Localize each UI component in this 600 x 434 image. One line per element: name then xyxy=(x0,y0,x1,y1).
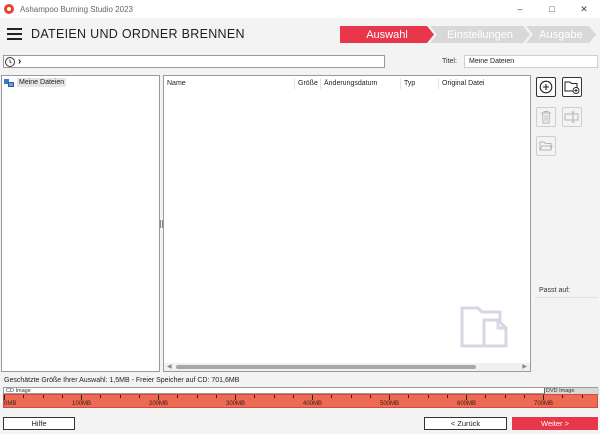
scale-minor-tick xyxy=(23,395,24,398)
scale-tick-label: 500MB xyxy=(380,401,400,407)
scale-tick-label: 300MB xyxy=(226,401,246,407)
maximize-button[interactable]: □ xyxy=(536,0,568,18)
scale-major-tick xyxy=(81,395,82,400)
scale-tick-label: 0MB xyxy=(4,401,17,407)
page-title: DATEIEN UND ORDNER BRENNEN xyxy=(31,27,245,41)
step-ausgabe: Ausgabe xyxy=(526,26,596,43)
path-bar[interactable]: › xyxy=(3,55,385,68)
scale-minor-tick xyxy=(293,395,294,398)
scale-minor-tick xyxy=(485,395,486,398)
trash-icon xyxy=(541,111,551,124)
page-header: DATEIEN UND ORDNER BRENNEN Auswahl Einst… xyxy=(0,18,600,52)
tree-item-label: Meine Dateien xyxy=(17,78,67,87)
breadcrumb-chevron-icon[interactable]: › xyxy=(18,56,21,67)
scale-minor-tick xyxy=(505,395,506,398)
fits-on-divider xyxy=(535,297,598,298)
folder-plus-icon xyxy=(564,81,580,94)
horizontal-scrollbar[interactable]: ◀ ▶ xyxy=(164,363,530,371)
scale-minor-tick xyxy=(428,395,429,398)
app-logo-icon xyxy=(4,4,14,14)
capacity-scale: 0MB 100MB 200MB 300MB 400MB 500MB 600MB 700MB xyxy=(3,394,598,408)
close-button[interactable]: ✕ xyxy=(568,0,600,18)
status-estimated-size: Geschätzte Größe Ihrer Auswahl: 1,5MB - … xyxy=(4,377,240,384)
scale-minor-tick xyxy=(43,395,44,398)
scale-tick-label: 700MB xyxy=(534,401,554,407)
scale-minor-tick xyxy=(100,395,101,398)
scale-minor-tick xyxy=(370,395,371,398)
scale-minor-tick xyxy=(139,395,140,398)
column-header-type[interactable]: Typ xyxy=(404,80,415,87)
delete-button[interactable] xyxy=(536,107,556,127)
column-divider xyxy=(294,78,295,89)
step-einstellungen: Einstellungen xyxy=(430,26,530,43)
title-input[interactable] xyxy=(464,55,598,68)
column-header-size[interactable]: Größe xyxy=(298,80,318,87)
scale-minor-tick xyxy=(274,395,275,398)
column-header-name[interactable]: Name xyxy=(167,80,186,87)
scale-minor-tick xyxy=(177,395,178,398)
capacity-meter: CD Image DVD Image 0MB 100MB 200MB 300MB 400… xyxy=(3,387,599,408)
capacity-meter-track: CD Image DVD Image xyxy=(3,387,599,395)
scale-minor-tick xyxy=(351,395,352,398)
scale-minor-tick xyxy=(331,395,332,398)
scale-major-tick xyxy=(235,395,236,400)
scale-minor-tick xyxy=(62,395,63,398)
step-auswahl: Auswahl xyxy=(340,26,434,43)
scale-minor-tick xyxy=(524,395,525,398)
column-divider xyxy=(438,78,439,89)
title-label: Titel: xyxy=(442,58,457,65)
my-files-icon xyxy=(4,78,14,87)
add-files-button[interactable] xyxy=(536,77,556,97)
scale-tick-label: 400MB xyxy=(303,401,323,407)
open-folder-button[interactable] xyxy=(536,136,556,156)
scale-minor-tick xyxy=(562,395,563,398)
column-divider xyxy=(400,78,401,89)
scale-tick-label: 100MB xyxy=(72,401,92,407)
rename-icon xyxy=(564,111,579,123)
window-controls: – □ ✕ xyxy=(504,0,600,18)
fits-on-label: Passt auf: xyxy=(539,287,571,294)
next-button[interactable]: Weiter > xyxy=(512,417,598,430)
scale-tick-label: 600MB xyxy=(457,401,477,407)
folder-tree[interactable]: Meine Dateien xyxy=(1,75,160,372)
scale-major-tick xyxy=(4,395,5,400)
scroll-left-icon[interactable]: ◀ xyxy=(167,363,172,371)
plus-circle-icon xyxy=(539,80,553,94)
add-folder-button[interactable] xyxy=(562,77,582,97)
tree-item-my-files[interactable]: Meine Dateien xyxy=(4,78,67,87)
horizontal-scroll-thumb[interactable] xyxy=(176,365,476,369)
column-header-original-file[interactable]: Original Datei xyxy=(442,80,484,87)
scroll-right-icon[interactable]: ▶ xyxy=(522,363,527,371)
column-divider xyxy=(320,78,321,89)
scale-minor-tick xyxy=(120,395,121,398)
history-icon[interactable] xyxy=(5,56,15,67)
wizard-steps: Auswahl Einstellungen Ausgabe xyxy=(340,26,592,43)
column-header-date[interactable]: Änderungsdatum xyxy=(324,80,377,87)
minimize-button[interactable]: – xyxy=(504,0,536,18)
hamburger-menu-icon[interactable] xyxy=(7,28,22,40)
scale-major-tick xyxy=(312,395,313,400)
back-button[interactable]: < Zurück xyxy=(424,417,507,430)
scale-minor-tick xyxy=(447,395,448,398)
window-title-bar: Ashampoo Burning Studio 2023 – □ ✕ xyxy=(0,0,600,18)
window-title: Ashampoo Burning Studio 2023 xyxy=(20,4,133,14)
help-button[interactable]: Hilfe xyxy=(3,417,75,430)
scale-major-tick xyxy=(543,395,544,400)
scale-minor-tick xyxy=(408,395,409,398)
scale-minor-tick xyxy=(197,395,198,398)
scale-minor-tick xyxy=(216,395,217,398)
scale-major-tick xyxy=(466,395,467,400)
scale-major-tick xyxy=(389,395,390,400)
scale-major-tick xyxy=(158,395,159,400)
scale-minor-tick xyxy=(254,395,255,398)
folder-open-icon xyxy=(539,141,553,151)
rename-button[interactable] xyxy=(562,107,582,127)
scale-minor-tick xyxy=(582,395,583,398)
file-list[interactable]: Name Größe Änderungsdatum Typ Original D… xyxy=(163,75,531,372)
scale-tick-label: 200MB xyxy=(149,401,169,407)
empty-folder-icon xyxy=(460,306,508,348)
